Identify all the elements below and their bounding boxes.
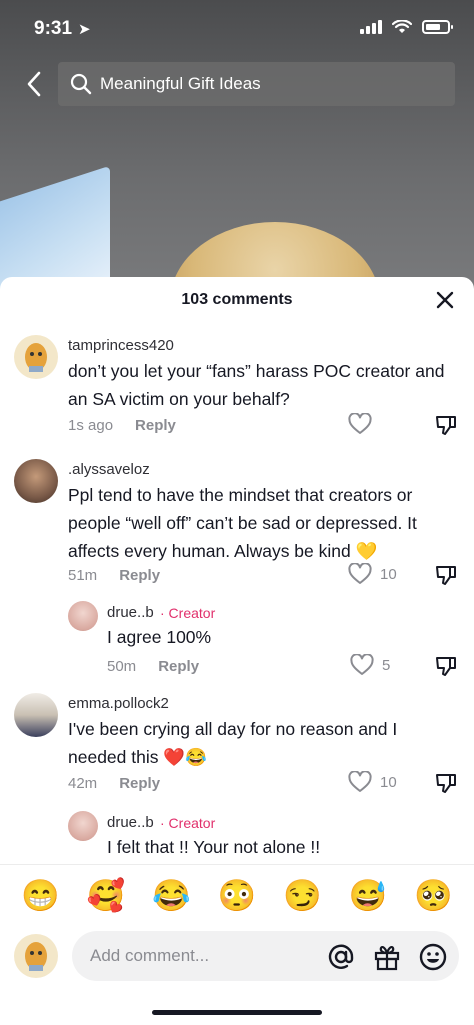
sheet-header: 103 comments <box>0 277 474 323</box>
status-bar: 9:31 ➤ <box>0 0 474 56</box>
emoji-button[interactable]: 😳 <box>218 877 257 914</box>
location-arrow-icon: ➤ <box>78 21 91 38</box>
creator-badge: · Creator <box>160 605 216 621</box>
comment-text: I agree 100% <box>107 627 212 647</box>
like-button[interactable]: 10 <box>348 563 397 585</box>
nugget-avatar-icon <box>25 942 47 971</box>
close-icon <box>436 291 454 309</box>
reply-button[interactable]: Reply <box>135 417 176 434</box>
close-button[interactable] <box>434 289 456 311</box>
home-indicator <box>152 1010 322 1015</box>
comment-meta: 42m Reply <box>68 775 160 792</box>
comment-username[interactable]: emma.pollock2 <box>68 695 169 712</box>
emoji-picker-button[interactable] <box>419 943 447 971</box>
reply-button[interactable]: Reply <box>119 775 160 792</box>
thumbs-down-icon <box>436 566 456 585</box>
emoji-button[interactable]: 😅 <box>349 877 388 914</box>
comment-time: 1s ago <box>68 417 114 434</box>
comment-text: I felt that !! Your not alone !! <box>107 837 321 857</box>
emoji-button[interactable]: 😏 <box>283 877 322 914</box>
comment-time: 51m <box>68 567 98 584</box>
heart-icon <box>348 563 372 584</box>
like-button[interactable] <box>348 413 380 435</box>
emoji-bar: 😁 🥰 😂 😳 😏 😅 🥺 <box>0 864 474 926</box>
comment-username[interactable]: .alyssaveloz <box>68 461 150 478</box>
thumbs-down-icon <box>436 774 456 793</box>
comment-meta: 50m Reply <box>107 658 199 675</box>
comment-input[interactable]: Add comment... <box>72 931 459 981</box>
avatar[interactable] <box>14 693 58 737</box>
avatar[interactable] <box>14 459 58 503</box>
input-icons <box>327 943 447 971</box>
dislike-button[interactable] <box>434 771 458 795</box>
search-query: Meaningful Gift Ideas <box>100 74 261 93</box>
comment-username[interactable]: tamprincess420 <box>68 337 174 354</box>
avatar[interactable] <box>68 811 98 841</box>
emoji-button[interactable]: 🥺 <box>414 877 453 914</box>
comment-text: Ppl tend to have the mindset that creato… <box>68 485 417 561</box>
gift-button[interactable] <box>373 943 401 971</box>
gift-icon <box>374 945 400 971</box>
battery-icon <box>422 20 453 34</box>
like-button[interactable]: 5 <box>350 654 390 676</box>
status-icons <box>360 20 453 34</box>
heart-icon <box>348 771 372 792</box>
comment-username[interactable]: drue..b <box>107 604 154 621</box>
like-count: 10 <box>380 565 397 583</box>
comment-meta: 1s ago Reply <box>68 417 176 434</box>
creator-badge: · Creator <box>160 815 216 831</box>
emoji-button[interactable]: 😁 <box>21 877 60 914</box>
emoji-button[interactable]: 😂 <box>152 877 191 914</box>
my-avatar[interactable] <box>14 934 58 978</box>
comment-input-row: Add comment... <box>0 928 474 988</box>
smiley-icon <box>419 943 447 971</box>
back-button[interactable] <box>18 68 50 100</box>
reply-button[interactable]: Reply <box>158 658 199 675</box>
signal-icon <box>360 20 382 34</box>
comment-username[interactable]: drue..b <box>107 814 154 831</box>
thumbs-down-icon <box>436 416 456 435</box>
comment-time: 50m <box>107 658 137 675</box>
comment-input-placeholder: Add comment... <box>90 946 210 965</box>
search-icon <box>70 73 92 95</box>
comment-text: don’t you let your “fans” harass POC cre… <box>68 361 445 409</box>
emoji-button[interactable]: 🥰 <box>87 877 126 914</box>
like-button[interactable]: 10 <box>348 771 397 793</box>
dislike-button[interactable] <box>434 654 458 678</box>
comments-count-title: 103 comments <box>181 291 293 308</box>
status-time: 9:31 <box>34 18 73 39</box>
avatar[interactable] <box>14 335 58 379</box>
comment-meta: 51m Reply <box>68 567 160 584</box>
like-count: 10 <box>380 773 397 791</box>
like-count: 5 <box>382 656 391 674</box>
comment-time: 42m <box>68 775 98 792</box>
chevron-left-icon <box>27 71 41 97</box>
nugget-avatar-icon <box>25 343 47 372</box>
search-bar[interactable]: Meaningful Gift Ideas <box>58 62 455 106</box>
dislike-button[interactable] <box>434 413 458 437</box>
avatar[interactable] <box>68 601 98 631</box>
comment-text: I've been crying all day for no reason a… <box>68 719 398 767</box>
heart-icon <box>348 413 372 434</box>
at-sign-icon <box>328 944 354 969</box>
thumbs-down-icon <box>436 657 456 676</box>
heart-icon <box>350 654 374 675</box>
mention-button[interactable] <box>327 943 355 971</box>
wifi-icon <box>392 20 412 33</box>
dislike-button[interactable] <box>434 563 458 587</box>
reply-button[interactable]: Reply <box>119 567 160 584</box>
